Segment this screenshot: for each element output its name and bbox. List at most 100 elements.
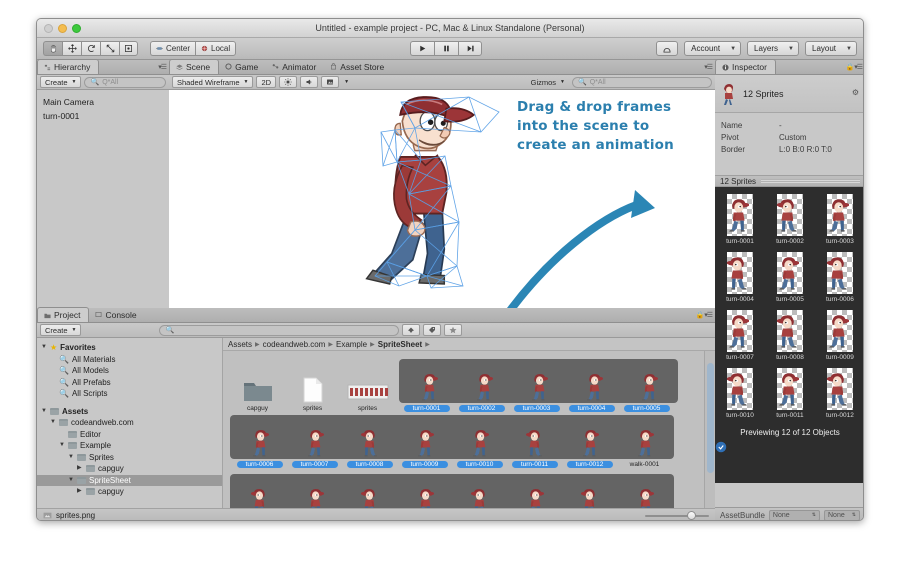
tree-item-spritesheet[interactable]: ▼ SpriteSheet	[37, 474, 222, 487]
grid-zoom-slider[interactable]	[645, 511, 709, 520]
shading-mode-dropdown[interactable]: Shaded Wireframe ▼	[172, 76, 254, 88]
sprite-frame[interactable]	[507, 425, 562, 459]
pivot-rotation-button[interactable]: Local	[195, 41, 237, 56]
play-button[interactable]	[410, 41, 435, 56]
sprite-frame[interactable]	[617, 425, 672, 459]
tab-inspector[interactable]: Inspector	[715, 59, 776, 74]
hierarchy-panel-menu-icon[interactable]: ▾☰	[158, 63, 167, 71]
sprite-preview-cell[interactable]: turn-0005	[765, 252, 815, 303]
gizmos-dropdown[interactable]: Gizmos ▼	[527, 76, 569, 88]
tree-item-all-materials[interactable]: 🔍 All Materials	[41, 354, 222, 366]
disclosure-triangle-icon[interactable]: ▶	[77, 463, 83, 475]
spritesheet-strip[interactable]	[399, 359, 678, 403]
breadcrumb-item[interactable]: Example	[336, 340, 367, 349]
hierarchy-item[interactable]: turn-0001	[43, 109, 169, 123]
sprite-frame[interactable]	[452, 425, 507, 459]
tree-item-editor[interactable]: Editor	[41, 429, 222, 441]
rotate-tool-icon[interactable]	[81, 41, 100, 56]
tab-console[interactable]: Console	[89, 307, 144, 322]
tree-item-capguy[interactable]: ▶ capguy	[41, 486, 222, 498]
project-search-input[interactable]: 🔍	[159, 324, 400, 336]
transform-tools[interactable]	[43, 41, 138, 56]
tree-item-example[interactable]: ▼ Example	[41, 440, 222, 452]
preview-tag-icon[interactable]	[715, 437, 863, 453]
close-button[interactable]	[44, 24, 53, 33]
hierarchy-list[interactable]: Main Camera turn-0001	[37, 90, 169, 308]
tab-project[interactable]: Project	[37, 307, 90, 322]
tree-item-capguy[interactable]: ▶ capguy	[41, 463, 222, 475]
assetbundle-variant-dropdown[interactable]: None ⇅	[824, 509, 860, 520]
breadcrumb-item[interactable]: Assets	[228, 340, 252, 349]
sprite-frame[interactable]	[232, 425, 287, 459]
scene-search-input[interactable]: 🔍 Q*All	[572, 76, 712, 88]
sprite-frame[interactable]	[511, 369, 566, 403]
toggle-2d-button[interactable]: 2D	[256, 76, 277, 88]
breadcrumb[interactable]: Assets ▶ codeandweb.com ▶ Example ▶ SpriteShee…	[223, 338, 715, 351]
tree-item-sprites[interactable]: ▼ Sprites	[41, 452, 222, 464]
scene-viewport[interactable]: Drag & drop frames into the scene to cre…	[169, 90, 715, 308]
disclosure-triangle-icon[interactable]: ▶	[77, 486, 83, 498]
hand-tool-icon[interactable]	[43, 41, 62, 56]
disclosure-triangle-icon[interactable]: ▼	[68, 475, 74, 487]
maximize-button[interactable]	[72, 24, 81, 33]
tab-game[interactable]: Game	[219, 59, 266, 74]
favorite-star-icon[interactable]	[444, 324, 463, 336]
scene-effects-dropdown[interactable]	[321, 76, 340, 88]
move-tool-icon[interactable]	[62, 41, 81, 56]
assetbundle-dropdown[interactable]: None ⇅	[768, 509, 820, 520]
layout-dropdown[interactable]: Layout ▼	[805, 41, 857, 56]
project-create-button[interactable]: Create ▼	[40, 324, 82, 336]
account-dropdown[interactable]: Account ▼	[684, 41, 742, 56]
window-controls[interactable]	[44, 24, 81, 33]
tab-asset-store[interactable]: Asset Store	[324, 59, 392, 74]
gear-icon[interactable]: ⚙	[852, 88, 859, 97]
filter-by-type-icon[interactable]	[402, 324, 421, 336]
asset-item-spritesheet[interactable]: sprites	[340, 373, 395, 412]
sprite-preview-cell[interactable]: turn-0004	[715, 252, 765, 303]
breadcrumb-item[interactable]: SpriteSheet	[378, 340, 422, 349]
tree-item-all-prefabs[interactable]: 🔍 All Prefabs	[41, 377, 222, 389]
sprite-frame[interactable]	[342, 425, 397, 459]
pivot-controls[interactable]: Center Local	[150, 41, 237, 56]
sprite-frame[interactable]	[621, 369, 676, 403]
rect-tool-icon[interactable]	[119, 41, 138, 56]
tab-hierarchy[interactable]: Hierarchy	[37, 59, 100, 74]
sprite-frame[interactable]	[401, 369, 456, 403]
project-lock-menu-icons[interactable]: 🔒 ▾☰	[696, 311, 713, 319]
disclosure-triangle-icon[interactable]: ▼	[41, 406, 47, 418]
scene-effects-arrow[interactable]: ▼	[342, 76, 351, 88]
inspector-lock-menu-icons[interactable]: 🔒 ▾☰	[846, 63, 863, 71]
sprite-preview-cell[interactable]: turn-0012	[815, 368, 863, 419]
step-button[interactable]	[458, 41, 483, 56]
tree-item-all-models[interactable]: 🔍 All Models	[41, 365, 222, 377]
sprite-preview-cell[interactable]: turn-0010	[715, 368, 765, 419]
hierarchy-item[interactable]: Main Camera	[43, 95, 169, 109]
sprite-preview-cell[interactable]: turn-0007	[715, 310, 765, 361]
tree-item-assets[interactable]: ▼ Assets	[41, 406, 222, 418]
disclosure-triangle-icon[interactable]: ▼	[50, 417, 56, 429]
sprite-preview-cell[interactable]: turn-0008	[765, 310, 815, 361]
disclosure-triangle-icon[interactable]: ▼	[59, 440, 65, 452]
cloud-icon[interactable]	[656, 41, 679, 56]
scene-audio-toggle[interactable]	[300, 76, 319, 88]
spritesheet-strip[interactable]	[230, 415, 674, 459]
asset-grid[interactable]: capguy sprites sprites turn-0001 turn-00…	[223, 351, 704, 520]
pivot-mode-button[interactable]: Center	[150, 41, 196, 56]
scene-lighting-toggle[interactable]	[279, 76, 298, 88]
scale-tool-icon[interactable]	[100, 41, 119, 56]
asset-item-file[interactable]: sprites	[285, 373, 340, 412]
filter-by-label-icon[interactable]	[423, 324, 442, 336]
sprite-frame[interactable]	[397, 425, 452, 459]
scrollbar-thumb[interactable]	[707, 363, 714, 473]
sprite-preview-cell[interactable]: turn-0011	[765, 368, 815, 419]
sprite-preview-cell[interactable]: turn-0009	[815, 310, 863, 361]
tab-scene[interactable]: Scene	[169, 59, 220, 74]
hierarchy-search-input[interactable]: 🔍 Q*All	[84, 76, 166, 88]
sprite-frame[interactable]	[566, 369, 621, 403]
tab-animator[interactable]: Animator	[266, 59, 324, 74]
sprite-preview-cell[interactable]: turn-0006	[815, 252, 863, 303]
disclosure-triangle-icon[interactable]: ▼	[68, 452, 74, 464]
slider-knob[interactable]	[687, 511, 696, 520]
breadcrumb-item[interactable]: codeandweb.com	[263, 340, 326, 349]
pause-button[interactable]	[434, 41, 459, 56]
